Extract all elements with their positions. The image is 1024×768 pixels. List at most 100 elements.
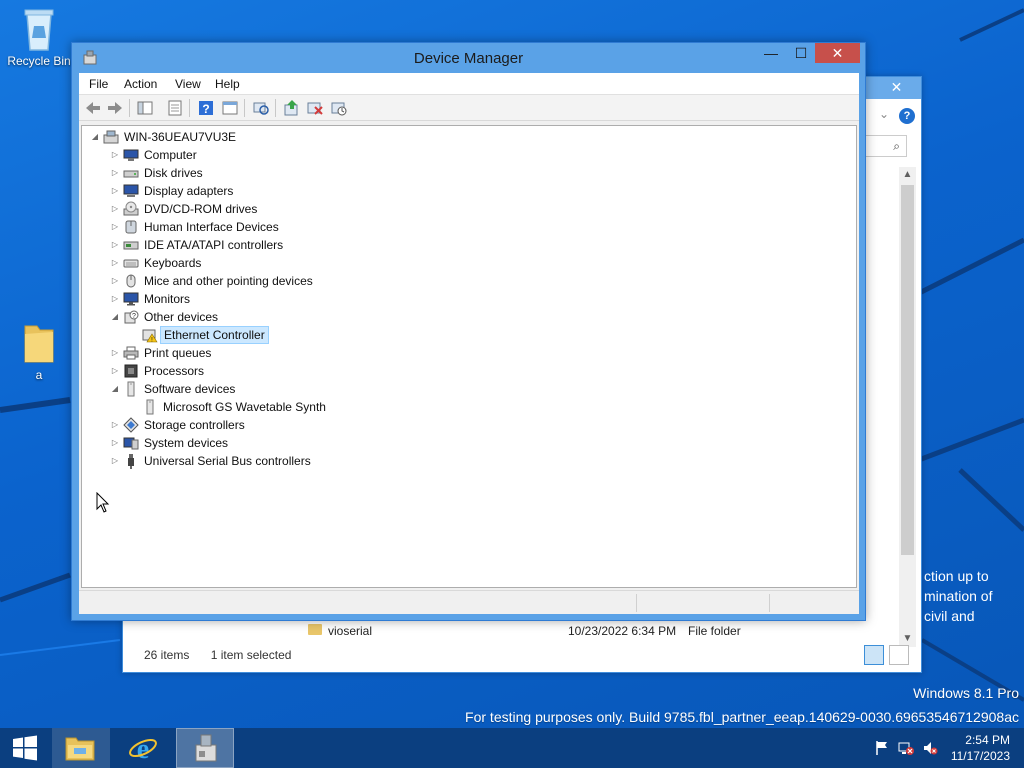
disable-icon[interactable] — [330, 99, 348, 117]
expand-arrow-icon[interactable]: ▷ — [110, 164, 120, 182]
tree-node-label: System devices — [144, 436, 229, 450]
usb-icon — [128, 454, 134, 469]
expand-arrow-icon[interactable]: ▷ — [110, 146, 120, 164]
ide-controller-icon — [123, 241, 139, 250]
toolbar-separator — [189, 99, 190, 117]
file-name: vioserial — [328, 624, 373, 638]
background-text-line-3: civil and — [924, 608, 975, 624]
expand-arrow-icon[interactable]: ▷ — [110, 272, 120, 290]
recycle-bin-label: Recycle Bin — [7, 54, 71, 68]
show-hide-console-tree-icon[interactable] — [136, 99, 154, 117]
window-title: Device Manager — [413, 50, 524, 67]
svg-text:?: ? — [132, 313, 136, 320]
minimize-button[interactable]: — — [757, 43, 785, 63]
explorer-scrollbar[interactable]: ▲ ▼ — [899, 167, 916, 647]
expand-arrow-icon[interactable]: ▷ — [110, 362, 120, 380]
toolbar-separator — [129, 99, 130, 117]
explorer-close-button[interactable]: ✕ — [874, 77, 919, 97]
menu-action[interactable]: Action — [124, 77, 157, 91]
tree-node-label: Universal Serial Bus controllers — [144, 454, 311, 468]
printer-icon — [123, 346, 139, 360]
update-driver-icon[interactable] — [283, 99, 301, 117]
tree-node-label: Microsoft GS Wavetable Synth — [163, 400, 326, 414]
background-text-line-2: mination of — [924, 588, 993, 604]
windows-edition-watermark: Windows 8.1 Pro — [913, 685, 1019, 701]
large-icons-view-button[interactable] — [889, 645, 909, 665]
back-arrow-icon[interactable] — [84, 99, 102, 117]
internet-explorer-icon: e — [129, 734, 157, 763]
scan-hardware-icon[interactable] — [252, 99, 270, 117]
menu-file[interactable]: File — [89, 77, 108, 91]
ribbon-expand-chevron-icon[interactable]: ⌄ — [879, 107, 889, 121]
menu-bar: File Action View Help — [79, 73, 859, 95]
collapse-arrow-icon[interactable]: ◢ — [90, 128, 100, 146]
expand-arrow-icon[interactable]: ▷ — [110, 416, 120, 434]
storage-controller-icon — [123, 417, 139, 433]
collapse-arrow-icon[interactable]: ◢ — [110, 380, 120, 398]
start-button[interactable] — [0, 728, 50, 768]
toolbar: ? — [79, 95, 859, 121]
hid-icon — [125, 220, 137, 234]
taskbar-file-explorer[interactable] — [52, 728, 110, 768]
device-manager-titlebar[interactable]: Device Manager — ☐ ✕ — [72, 43, 865, 73]
device-manager-icon — [195, 734, 217, 762]
software-device-icon — [127, 381, 135, 397]
properties-icon[interactable] — [166, 99, 184, 117]
tree-node-label: Ethernet Controller — [160, 326, 269, 344]
status-divider — [769, 594, 770, 612]
file-date: 10/23/2022 6:34 PM — [568, 624, 677, 638]
tree-node-label: DVD/CD-ROM drives — [144, 202, 258, 216]
mouse-cursor-icon — [96, 492, 110, 513]
expand-arrow-icon[interactable]: ▷ — [110, 236, 120, 254]
recycle-bin-desktop-icon[interactable]: Recycle Bin — [4, 6, 74, 68]
uninstall-icon[interactable] — [306, 99, 324, 117]
background-text: ction up to mination of civil and — [924, 566, 992, 626]
display-adapter-icon — [123, 184, 139, 197]
taskbar-device-manager[interactable] — [176, 728, 234, 768]
tree-node-label: Mice and other pointing devices — [144, 274, 313, 288]
folder-a-label: a — [35, 368, 43, 382]
expand-arrow-icon[interactable]: ▷ — [110, 218, 120, 236]
expand-arrow-icon[interactable]: ▷ — [110, 254, 120, 272]
help-icon[interactable]: ? — [899, 108, 915, 124]
expand-arrow-icon[interactable]: ▷ — [110, 434, 120, 452]
close-button[interactable]: ✕ — [815, 43, 860, 63]
tree-node-label: Keyboards — [144, 256, 202, 270]
windows-logo-icon — [13, 735, 37, 761]
expand-arrow-icon[interactable]: ▷ — [110, 290, 120, 308]
speaker-muted-icon[interactable] — [922, 740, 938, 756]
taskbar-clock[interactable]: 2:54 PM 11/17/2023 — [951, 732, 1010, 764]
collapse-arrow-icon[interactable]: ◢ — [110, 308, 120, 326]
status-divider — [636, 594, 637, 612]
help-icon[interactable]: ? — [197, 99, 215, 117]
forward-arrow-icon[interactable] — [106, 99, 124, 117]
network-disconnected-icon[interactable] — [898, 740, 914, 756]
item-count: 26 items — [144, 648, 190, 662]
expand-arrow-icon[interactable]: ▷ — [110, 182, 120, 200]
search-icon: ⌕ — [893, 139, 900, 153]
view-icon[interactable] — [221, 99, 239, 117]
tree-node-label: Other devices — [144, 310, 219, 324]
device-manager-window[interactable]: Device Manager — ☐ ✕ File Action View He… — [71, 42, 866, 621]
dvd-drive-icon — [123, 201, 139, 216]
details-view-button[interactable] — [863, 645, 884, 665]
expand-arrow-icon[interactable]: ▷ — [110, 344, 120, 362]
tree-node-label: Disk drives — [144, 166, 203, 180]
device-tree[interactable]: ◢ WIN-36UEAU7VU3E ▷ Computer ▷ Disk drives ▷… — [81, 125, 857, 588]
expand-arrow-icon[interactable]: ▷ — [110, 452, 120, 470]
tree-node-label: Print queues — [144, 346, 212, 360]
maximize-button[interactable]: ☐ — [787, 43, 815, 63]
menu-help[interactable]: Help — [215, 77, 240, 91]
file-list-row[interactable]: vioserial 10/23/2022 6:34 PM File folder — [308, 622, 868, 640]
toolbar-separator — [244, 99, 245, 117]
scroll-up-arrow-icon[interactable]: ▲ — [899, 167, 916, 183]
menu-view[interactable]: View — [175, 77, 201, 91]
taskbar-internet-explorer[interactable]: e — [114, 728, 172, 768]
svg-text:e: e — [137, 734, 149, 763]
expand-arrow-icon[interactable]: ▷ — [110, 200, 120, 218]
software-device-icon — [146, 399, 154, 415]
action-center-flag-icon[interactable] — [875, 740, 889, 756]
scroll-thumb[interactable] — [901, 185, 914, 555]
folder-a-desktop-icon[interactable]: a — [4, 318, 74, 382]
keyboard-icon — [123, 259, 139, 268]
